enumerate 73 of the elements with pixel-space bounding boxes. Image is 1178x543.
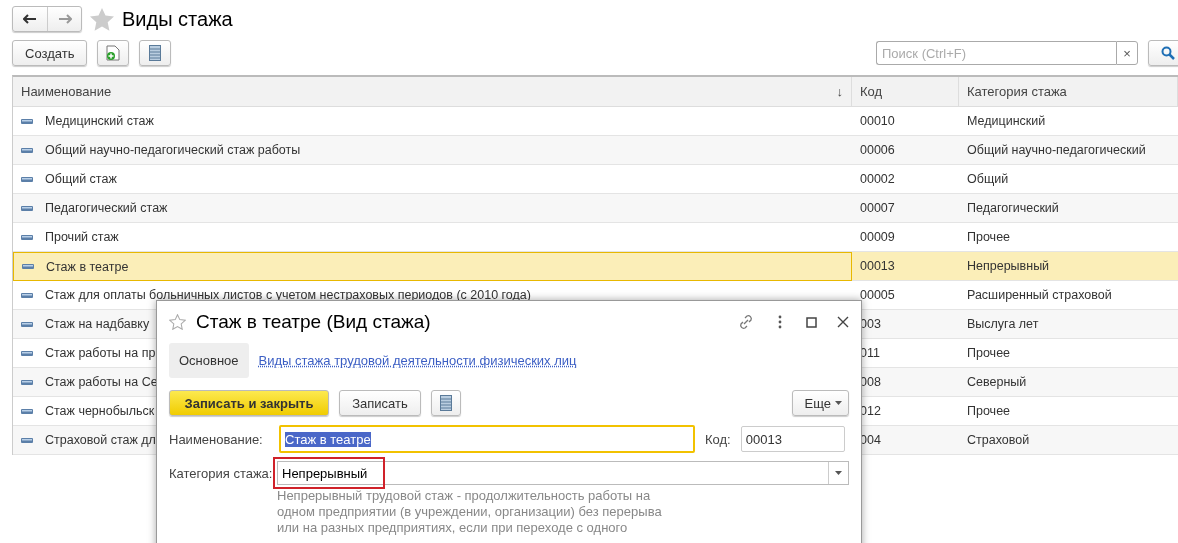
item-icon — [21, 234, 33, 240]
item-icon — [21, 205, 33, 211]
column-header[interactable]: Наименование ↓ — [13, 77, 852, 107]
more-button[interactable]: Еще — [791, 390, 849, 416]
field-label: Код: — [705, 431, 731, 447]
page-title: Виды стажа — [122, 7, 233, 31]
row-name: Общий научно-педагогический стаж работы — [45, 143, 301, 157]
star-icon[interactable] — [169, 314, 186, 330]
list-button[interactable] — [139, 40, 172, 66]
table-cell: Выслуга лет — [959, 310, 1178, 339]
table-cell[interactable]: Педагогический стаж — [13, 194, 852, 223]
table-cell: Страховой — [959, 426, 1178, 455]
back-arrow-icon — [23, 14, 37, 24]
forward-arrow-icon — [57, 14, 72, 24]
link-icon[interactable] — [738, 314, 754, 330]
field-label: Наименование: — [169, 431, 264, 447]
list-button[interactable] — [431, 390, 461, 416]
field-label: Категория стажа: — [169, 465, 274, 481]
save-button[interactable]: Записать — [339, 390, 421, 416]
search-field[interactable]: Поиск (Ctrl+F) — [876, 41, 1116, 65]
table-cell[interactable]: Стаж в театре — [13, 252, 852, 281]
item-icon — [21, 147, 33, 153]
item-icon — [21, 379, 33, 385]
item-icon — [21, 176, 33, 182]
item-icon — [21, 350, 33, 356]
item-icon — [21, 292, 33, 298]
list-icon — [440, 395, 452, 411]
close-icon[interactable] — [837, 316, 849, 328]
row-name: Педагогический стаж — [45, 201, 168, 215]
item-icon — [22, 264, 34, 269]
sort-arrow: ↓ — [836, 84, 843, 99]
table-cell: 00006 — [852, 136, 959, 165]
caret-icon — [835, 471, 842, 475]
table-cell: Северный — [959, 368, 1178, 397]
item-icon — [21, 118, 33, 124]
description-text: Непрерывный трудовой стаж - продолжительность работы на одном предприятии (в учреждении, организации) без перерыва или на разных предприятиях, если при переходе с одного — [277, 488, 663, 536]
table-cell: 00007 — [852, 194, 959, 223]
row-name: Стаж работы на пр — [45, 346, 156, 360]
star-icon[interactable] — [90, 7, 114, 31]
row-name: Прочий стаж — [45, 230, 119, 244]
table-cell: Общий научно-педагогический — [959, 136, 1178, 165]
row-name: Стаж на надбавку — [45, 317, 150, 331]
item-icon — [21, 437, 33, 443]
add-document-icon — [106, 45, 121, 61]
selected-text: Стаж в театре — [285, 431, 371, 447]
row-name: Медицинский стаж — [45, 114, 154, 128]
add-document-button[interactable] — [97, 40, 130, 66]
dialog-title: Стаж в театре (Вид стажа) — [196, 311, 432, 333]
table-cell: Непрерывный — [959, 252, 1178, 281]
column-header[interactable]: Категория стажа — [959, 77, 1178, 107]
clear-button[interactable]: × — [1116, 41, 1138, 65]
item-icon — [21, 408, 33, 414]
search-icon — [1161, 46, 1175, 60]
item-icon — [21, 321, 33, 327]
row-name: Страховой стаж дл — [45, 433, 156, 447]
tab[interactable]: Основное — [169, 343, 249, 378]
table-cell[interactable]: Общий научно-педагогический стаж работы — [13, 136, 852, 165]
row-name: Стаж чернобыльск — [45, 404, 155, 418]
search-button[interactable] — [1148, 40, 1178, 66]
row-name: Стаж в театре — [46, 259, 129, 274]
more-icon[interactable] — [778, 315, 782, 329]
column-header[interactable]: Код — [852, 77, 959, 107]
list-icon — [149, 45, 162, 61]
table-cell: Педагогический — [959, 194, 1178, 223]
code-field[interactable]: 00013 — [740, 426, 845, 452]
caret-icon — [835, 401, 842, 405]
row-name: Общий стаж — [45, 172, 117, 186]
tab-link[interactable]: Виды стажа трудовой деятельности физических лиц — [258, 353, 577, 368]
save-and-close-button[interactable]: Записать и закрыть — [169, 390, 329, 416]
name-field[interactable]: Стаж в театре — [279, 425, 695, 453]
create-button[interactable]: Создать — [12, 40, 88, 66]
table-cell: 00013 — [852, 252, 959, 281]
maximize-icon[interactable] — [806, 316, 817, 328]
